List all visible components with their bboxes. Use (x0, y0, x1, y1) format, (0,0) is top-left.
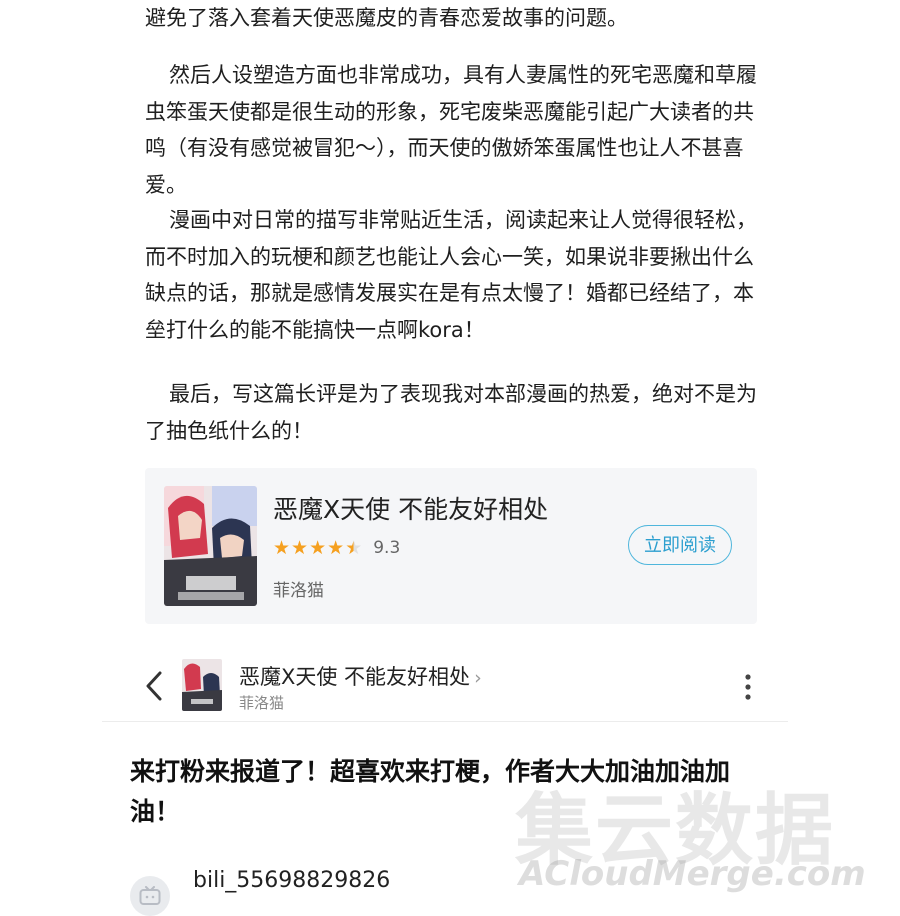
comic-thumbnail[interactable] (182, 659, 222, 711)
article-paragraph: 最后，写这篇长评是为了表现我对本部漫画的热爱，绝对不是为了抽色纸什么的！ (145, 382, 757, 443)
rating-value: 9.3 (373, 538, 401, 558)
navbar-comic-title[interactable]: 恶魔X天使 不能友好相处 › (239, 661, 482, 691)
comic-title[interactable]: 恶魔X天使 不能友好相处 (273, 490, 548, 526)
rating-stars: ★ ★ ★ ★ ★ 9.3 (273, 538, 400, 558)
star-icon: ★ (273, 536, 291, 559)
star-icon: ★ (309, 536, 327, 559)
comment-text: 来打粉来报道了！超喜欢来打梗，作者大大加油加油加油！ (130, 757, 731, 826)
more-vertical-icon[interactable] (742, 673, 754, 701)
chevron-left-icon[interactable] (142, 669, 168, 703)
article-paragraph: 然后人设塑造方面也非常成功，具有人妻属性的死宅恶魔和草履虫笨蛋天使都是很生动的形… (145, 63, 757, 197)
comic-navbar: 恶魔X天使 不能友好相处 › 菲洛猫 (102, 651, 788, 722)
comic-cover-art (164, 486, 257, 606)
navbar-title-text: 恶魔X天使 不能友好相处 (239, 665, 471, 689)
star-icon: ★ (327, 536, 345, 559)
comic-thumbnail-art (182, 659, 222, 711)
star-icon: ★ (291, 536, 309, 559)
article-paragraph: 避免了落入套着天使恶魔皮的青春恋爱故事的问题。 (145, 6, 628, 30)
comment-username[interactable]: bili_55698829826 (193, 868, 390, 893)
watermark-english: ACloudMerge.com (519, 854, 866, 894)
tv-avatar-icon (139, 886, 161, 905)
comic-author: 菲洛猫 (273, 581, 324, 601)
comic-card[interactable]: 恶魔X天使 不能友好相处 ★ ★ ★ ★ ★ 9.3 菲洛猫 立即阅读 (145, 468, 757, 624)
user-avatar[interactable] (130, 876, 170, 916)
article-paragraph: 漫画中对日常的描写非常贴近生活，阅读起来让人觉得很轻松，而不时加入的玩梗和颜艺也… (145, 208, 757, 342)
read-now-button[interactable]: 立即阅读 (628, 525, 732, 565)
comic-cover-image[interactable] (164, 486, 257, 606)
navbar-author: 菲洛猫 (239, 694, 285, 712)
chevron-right-icon: › (474, 667, 482, 689)
half-star-icon: ★ (345, 536, 363, 559)
